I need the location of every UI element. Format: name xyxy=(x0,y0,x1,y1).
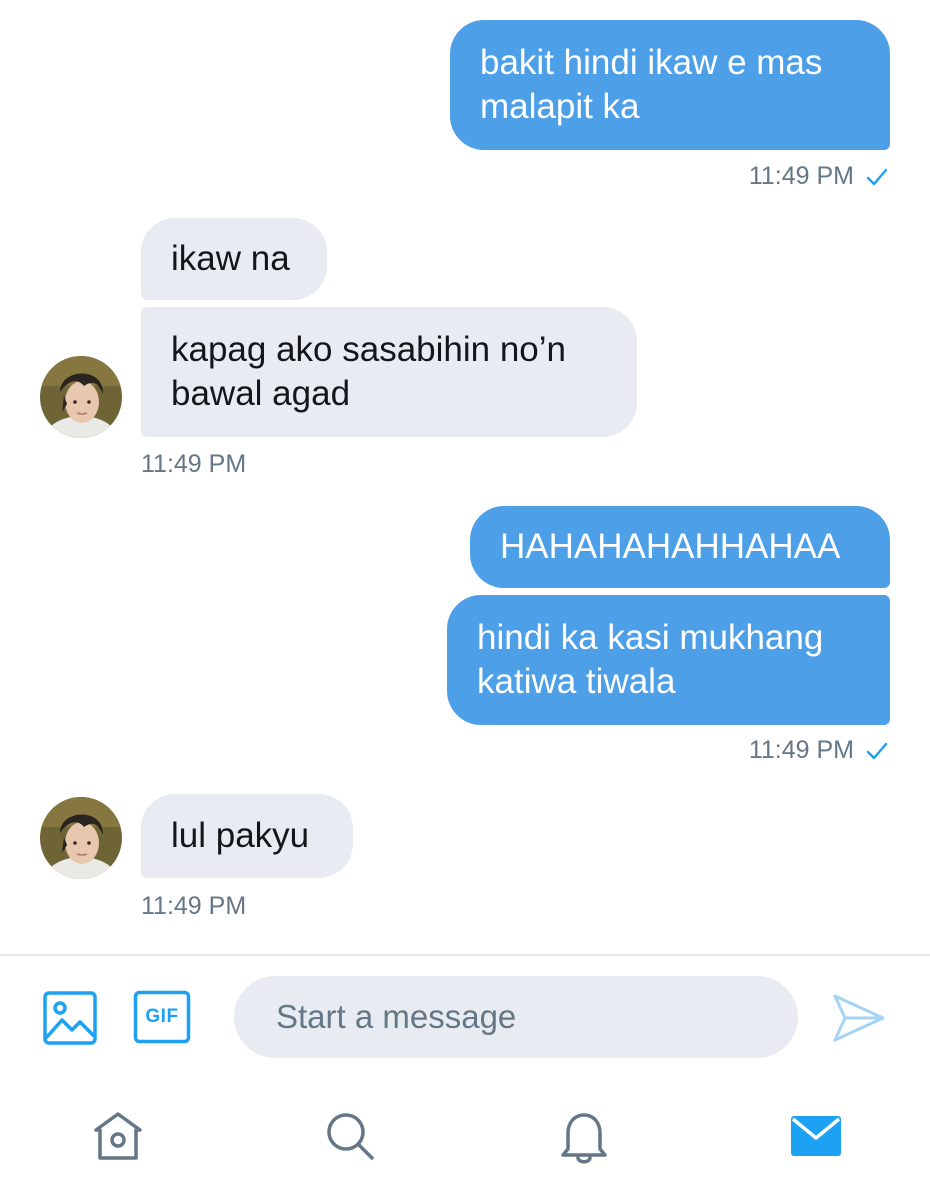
incoming-message-bubble[interactable]: ikaw na xyxy=(141,218,327,300)
image-icon[interactable] xyxy=(40,988,100,1048)
gif-label: GIF xyxy=(145,1006,179,1027)
message-timestamp: 11:49 PM xyxy=(141,892,246,921)
timestamp-text: 11:49 PM xyxy=(748,736,854,764)
timestamp-text: 11:49 PM xyxy=(748,162,854,190)
message-timestamp: 11:49 PM xyxy=(141,450,246,479)
incoming-message-bubble[interactable]: lul pakyu xyxy=(141,794,353,878)
message-timestamp: 11:49 PM xyxy=(749,736,888,765)
avatar[interactable] xyxy=(40,797,122,879)
checkmark-icon xyxy=(866,741,888,761)
message-input[interactable] xyxy=(234,976,798,1058)
outgoing-message-bubble[interactable]: HAHAHAHAHHAHAA xyxy=(470,506,890,588)
message-timestamp: 11:49 PM xyxy=(749,162,888,191)
composer-divider xyxy=(0,954,930,956)
search-icon[interactable] xyxy=(320,1106,380,1166)
avatar[interactable] xyxy=(40,356,122,438)
checkmark-icon xyxy=(866,167,888,187)
send-icon[interactable] xyxy=(830,990,888,1046)
incoming-message-bubble[interactable]: kapag ako sasabihin no’n bawal agad xyxy=(141,307,637,437)
timestamp-text: 11:49 PM xyxy=(141,450,247,478)
outgoing-message-bubble[interactable]: bakit hindi ikaw e mas malapit ka xyxy=(450,20,890,150)
outgoing-message-bubble[interactable]: hindi ka kasi mukhang katiwa tiwala xyxy=(447,595,890,725)
gif-icon[interactable]: GIF xyxy=(132,990,192,1044)
timestamp-text: 11:49 PM xyxy=(141,892,247,920)
home-icon[interactable] xyxy=(88,1106,148,1166)
mail-icon[interactable] xyxy=(786,1106,846,1166)
bell-icon[interactable] xyxy=(554,1106,614,1166)
